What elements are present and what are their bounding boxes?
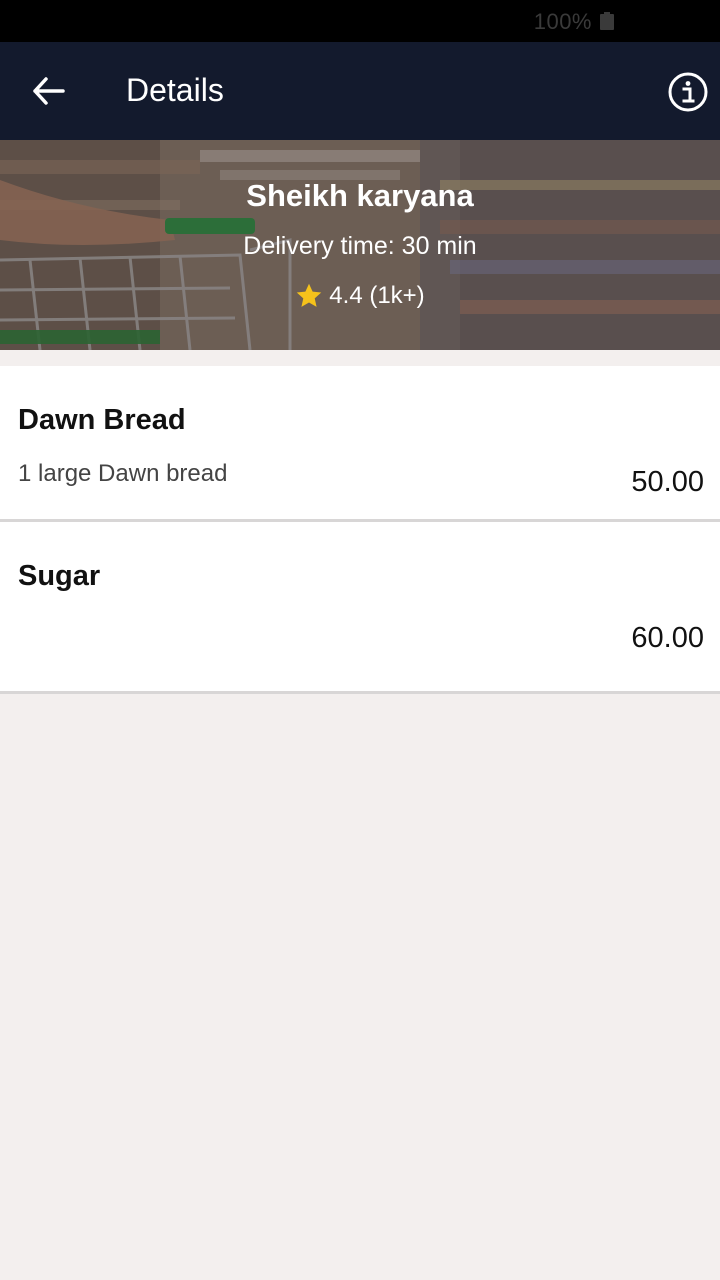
list-item[interactable]: Sugar 60.00 — [0, 522, 720, 694]
info-icon — [668, 72, 708, 112]
store-name: Sheikh karyana — [246, 178, 474, 213]
delivery-time: Delivery time: 30 min — [243, 232, 477, 260]
item-description: 1 large Dawn bread — [18, 460, 228, 487]
item-price: 60.00 — [631, 622, 704, 654]
app-bar: Details — [0, 42, 720, 140]
page-title: Details — [126, 72, 224, 108]
item-name: Sugar — [18, 560, 101, 592]
list-item[interactable]: Dawn Bread 1 large Dawn bread 50.00 — [0, 366, 720, 522]
battery-icon — [600, 12, 614, 30]
info-button[interactable] — [664, 68, 712, 116]
arrow-left-icon — [33, 77, 65, 105]
back-button[interactable] — [22, 64, 76, 118]
store-banner: Sheikh karyana Delivery time: 30 min 4.4… — [0, 140, 720, 350]
rating-text: 4.4 (1k+) — [329, 282, 425, 309]
product-list: Dawn Bread 1 large Dawn bread 50.00 Suga… — [0, 366, 720, 694]
battery-percentage: 100% — [533, 9, 592, 34]
star-icon — [297, 283, 322, 307]
item-name: Dawn Bread — [18, 404, 186, 436]
status-bar: 100% — [0, 0, 720, 42]
item-price: 50.00 — [631, 466, 704, 498]
store-rating: 4.4 (1k+) — [0, 282, 720, 310]
